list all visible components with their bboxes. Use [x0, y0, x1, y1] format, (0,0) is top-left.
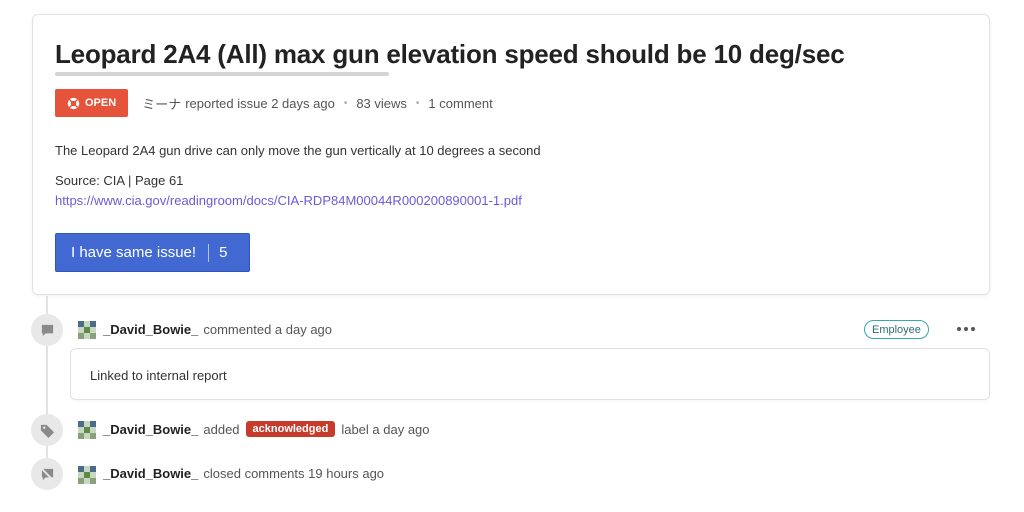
comments-count: 1 comment: [428, 95, 493, 111]
status-label: OPEN: [85, 97, 117, 109]
title-underline: [55, 72, 389, 76]
timeline-entry-text: _David_Bowie_ added acknowledged label a…: [103, 421, 430, 437]
action-text: added: [203, 421, 240, 437]
comment-box: Linked to internal report: [70, 348, 990, 400]
issue-source: Source: CIA | Page 61: [55, 173, 184, 188]
separator-dot: •: [415, 97, 420, 109]
same-issue-button[interactable]: I have same issue! 5: [55, 233, 250, 272]
avatar[interactable]: [78, 321, 96, 339]
same-issue-count: 5: [219, 244, 228, 261]
user-name[interactable]: _David_Bowie_: [103, 322, 198, 337]
action-text: label a day ago: [341, 421, 430, 437]
issue-body: The Leopard 2A4 gun drive can only move …: [55, 143, 541, 158]
source-link[interactable]: https://www.cia.gov/readingroom/docs/CIA…: [55, 193, 522, 208]
comment-text: Linked to internal report: [90, 368, 227, 383]
bug-icon: [67, 97, 80, 109]
comments-off-icon: [31, 458, 63, 490]
issue-author[interactable]: ミーナ: [142, 94, 181, 113]
avatar[interactable]: [78, 421, 96, 439]
employee-badge: Employee: [864, 320, 929, 339]
status-badge: OPEN: [55, 89, 129, 117]
reported-text: reported issue 2 days ago: [185, 95, 335, 111]
timeline-entry-text: _David_Bowie_ closed comments 19 hours a…: [103, 466, 384, 481]
views-count: 83 views: [356, 95, 407, 111]
issue-card: Leopard 2A4 (All) max gun elevation spee…: [32, 14, 990, 295]
action-text: commented a day ago: [203, 322, 333, 337]
timeline-entry-text: _David_Bowie_ commented a day ago: [103, 322, 332, 337]
tag-icon: [31, 414, 63, 446]
avatar[interactable]: [78, 466, 96, 484]
comment-icon: [31, 314, 63, 346]
acknowledged-label[interactable]: acknowledged: [245, 421, 336, 437]
action-text: closed comments 19 hours ago: [203, 466, 385, 481]
more-options-button[interactable]: [954, 321, 978, 337]
issue-title: Leopard 2A4 (All) max gun elevation spee…: [55, 39, 845, 69]
separator-dot: •: [343, 97, 348, 109]
issue-meta: OPEN ミーナ reported issue 2 days ago • 83 …: [55, 89, 493, 117]
button-divider: [208, 243, 210, 262]
user-name[interactable]: _David_Bowie_: [103, 466, 198, 481]
same-issue-label: I have same issue!: [71, 244, 197, 261]
user-name[interactable]: _David_Bowie_: [103, 422, 198, 437]
